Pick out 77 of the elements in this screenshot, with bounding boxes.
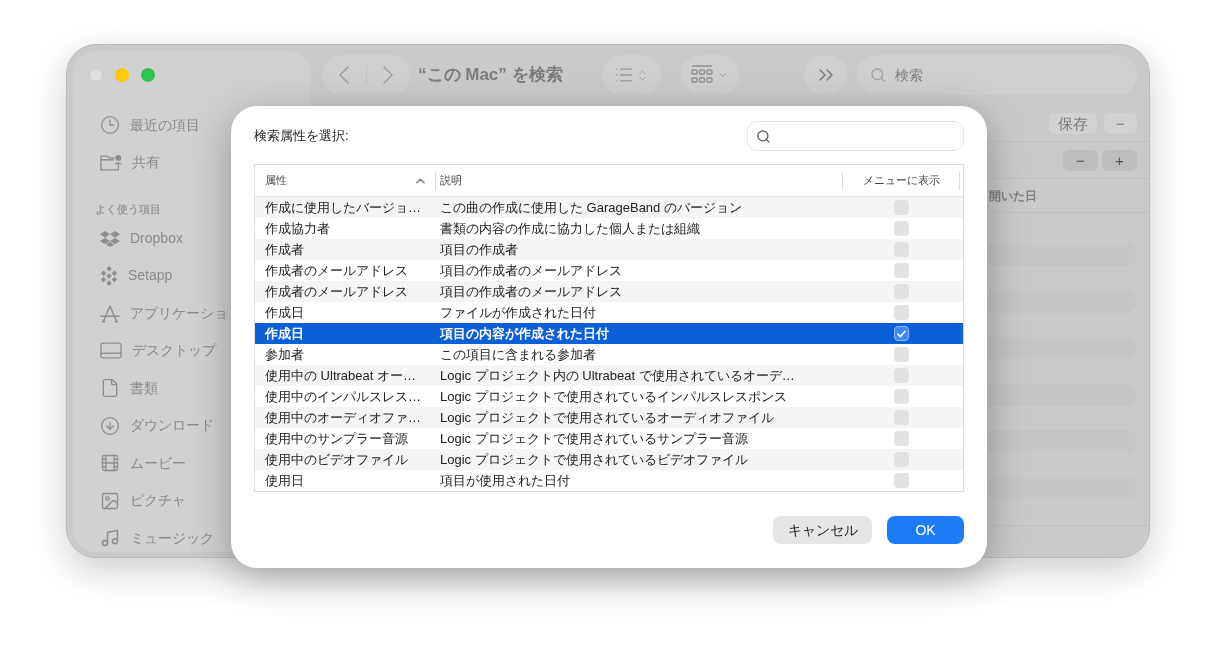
table-row[interactable]: 使用中のオーディオファ… Logic プロジェクトで使用されているオーディオファイル	[255, 407, 963, 428]
picture-icon	[100, 490, 120, 511]
chevron-left-icon	[338, 66, 349, 84]
checkbox[interactable]	[894, 221, 909, 236]
table-cell: 作成に使用したバージョ…	[265, 199, 421, 216]
table-cell: 項目の内容が作成された日付	[440, 325, 609, 342]
search-icon	[870, 67, 886, 83]
dropbox-icon	[100, 229, 120, 247]
table-cell: Logic プロジェクト内の Ultrabeat で使用されているオーデ…	[440, 367, 795, 384]
search-field[interactable]	[747, 121, 964, 151]
a-frame-icon	[100, 303, 120, 323]
table-row[interactable]: 使用中の Ultrabeat オー… Logic プロジェクト内の Ultrabeat で使用されているオーデ…	[255, 365, 963, 386]
checkbox[interactable]	[894, 326, 909, 341]
table-cell: 使用中の Ultrabeat オー…	[265, 367, 416, 384]
download-icon	[100, 415, 120, 436]
column-header[interactable]: 説明	[436, 165, 842, 196]
table-cell: 作成者のメールアドレス	[265, 262, 408, 279]
table-cell: 項目の作成者	[440, 241, 518, 258]
table-cell: この曲の作成に使用した GarageBand のバージョン	[440, 199, 742, 216]
search-icon	[756, 129, 771, 144]
table-row[interactable]: 作成者 項目の作成者	[255, 239, 963, 260]
table-cell: Logic プロジェクトで使用されているビデオファイル	[440, 451, 748, 468]
table-cell: 使用中のサンプラー音源	[265, 430, 408, 447]
checkbox[interactable]	[894, 473, 909, 488]
film-icon	[100, 453, 120, 473]
checkmark-icon	[897, 329, 906, 338]
minimize-button[interactable]	[115, 68, 129, 82]
table-cell: 使用中のインパルスレス…	[265, 388, 421, 405]
toolbar-button[interactable]: −	[1063, 149, 1098, 171]
table-cell: 作成日	[265, 325, 304, 342]
table-cell: 作成者	[265, 241, 304, 258]
table-row[interactable]: 使用中のビデオファイル Logic プロジェクトで使用されているビデオファイル	[255, 449, 963, 470]
table-cell: 項目の作成者のメールアドレス	[440, 283, 622, 300]
table-cell: Logic プロジェクトで使用されているサンプラー音源	[440, 430, 748, 447]
table-cell: 使用中のビデオファイル	[265, 451, 408, 468]
diamond-cluster-icon	[100, 265, 118, 286]
toolbar-button[interactable]: +	[1102, 149, 1137, 171]
table-row[interactable]: 作成に使用したバージョ… この曲の作成に使用した GarageBand のバージョン	[255, 197, 963, 218]
column-header[interactable]: 属性	[255, 165, 435, 196]
zoom-button[interactable]	[141, 68, 155, 82]
display-icon	[100, 342, 122, 359]
table-cell: ファイルが作成された日付	[440, 304, 596, 321]
table-cell: 項目が使用された日付	[440, 472, 570, 489]
dialog-button[interactable]: キャンセル	[773, 516, 872, 544]
document-icon	[100, 378, 120, 398]
search-field[interactable]: 検索	[857, 55, 1137, 95]
music-note-icon	[100, 528, 120, 548]
table-cell: 作成日	[265, 304, 304, 321]
table-cell: この項目に含まれる参加者	[440, 346, 596, 363]
table-cell: 使用中のオーディオファ…	[265, 409, 421, 426]
group-button[interactable]	[681, 55, 739, 95]
table-cell: 書類の内容の作成に協力した個人または組織	[440, 220, 700, 237]
window-title: “この Mac” を検索	[418, 64, 563, 87]
table-row[interactable]: 作成日 項目の内容が作成された日付	[255, 323, 963, 344]
checkbox[interactable]	[894, 263, 909, 278]
view-options-button[interactable]	[602, 55, 661, 95]
dialog-title: 検索属性を選択:	[254, 127, 349, 146]
chevron-right-icon	[383, 66, 394, 84]
table-cell: 作成協力者	[265, 220, 330, 237]
shared-folder-icon	[100, 153, 122, 172]
more-button[interactable]	[804, 55, 847, 95]
checkbox[interactable]	[894, 431, 909, 446]
grid-icon	[691, 65, 713, 85]
table-cell: 作成者のメールアドレス	[265, 283, 408, 300]
checkbox[interactable]	[894, 347, 909, 362]
checkbox[interactable]	[894, 305, 909, 320]
dialog-button[interactable]: OK	[887, 516, 964, 544]
table-cell: Logic プロジェクトで使用されているオーディオファイル	[440, 409, 774, 426]
table-row[interactable]: 作成者のメールアドレス 項目の作成者のメールアドレス	[255, 281, 963, 302]
table-cell: Logic プロジェクトで使用されているインパルスレスポンス	[440, 388, 787, 405]
table-cell: 項目の作成者のメールアドレス	[440, 262, 622, 279]
column-header[interactable]: メニューに表示	[843, 165, 959, 196]
checkbox[interactable]	[894, 389, 909, 404]
clock-icon	[100, 115, 120, 135]
table-cell: 使用日	[265, 472, 304, 489]
table-cell: 参加者	[265, 346, 304, 363]
updown-chevron-icon	[636, 68, 649, 82]
